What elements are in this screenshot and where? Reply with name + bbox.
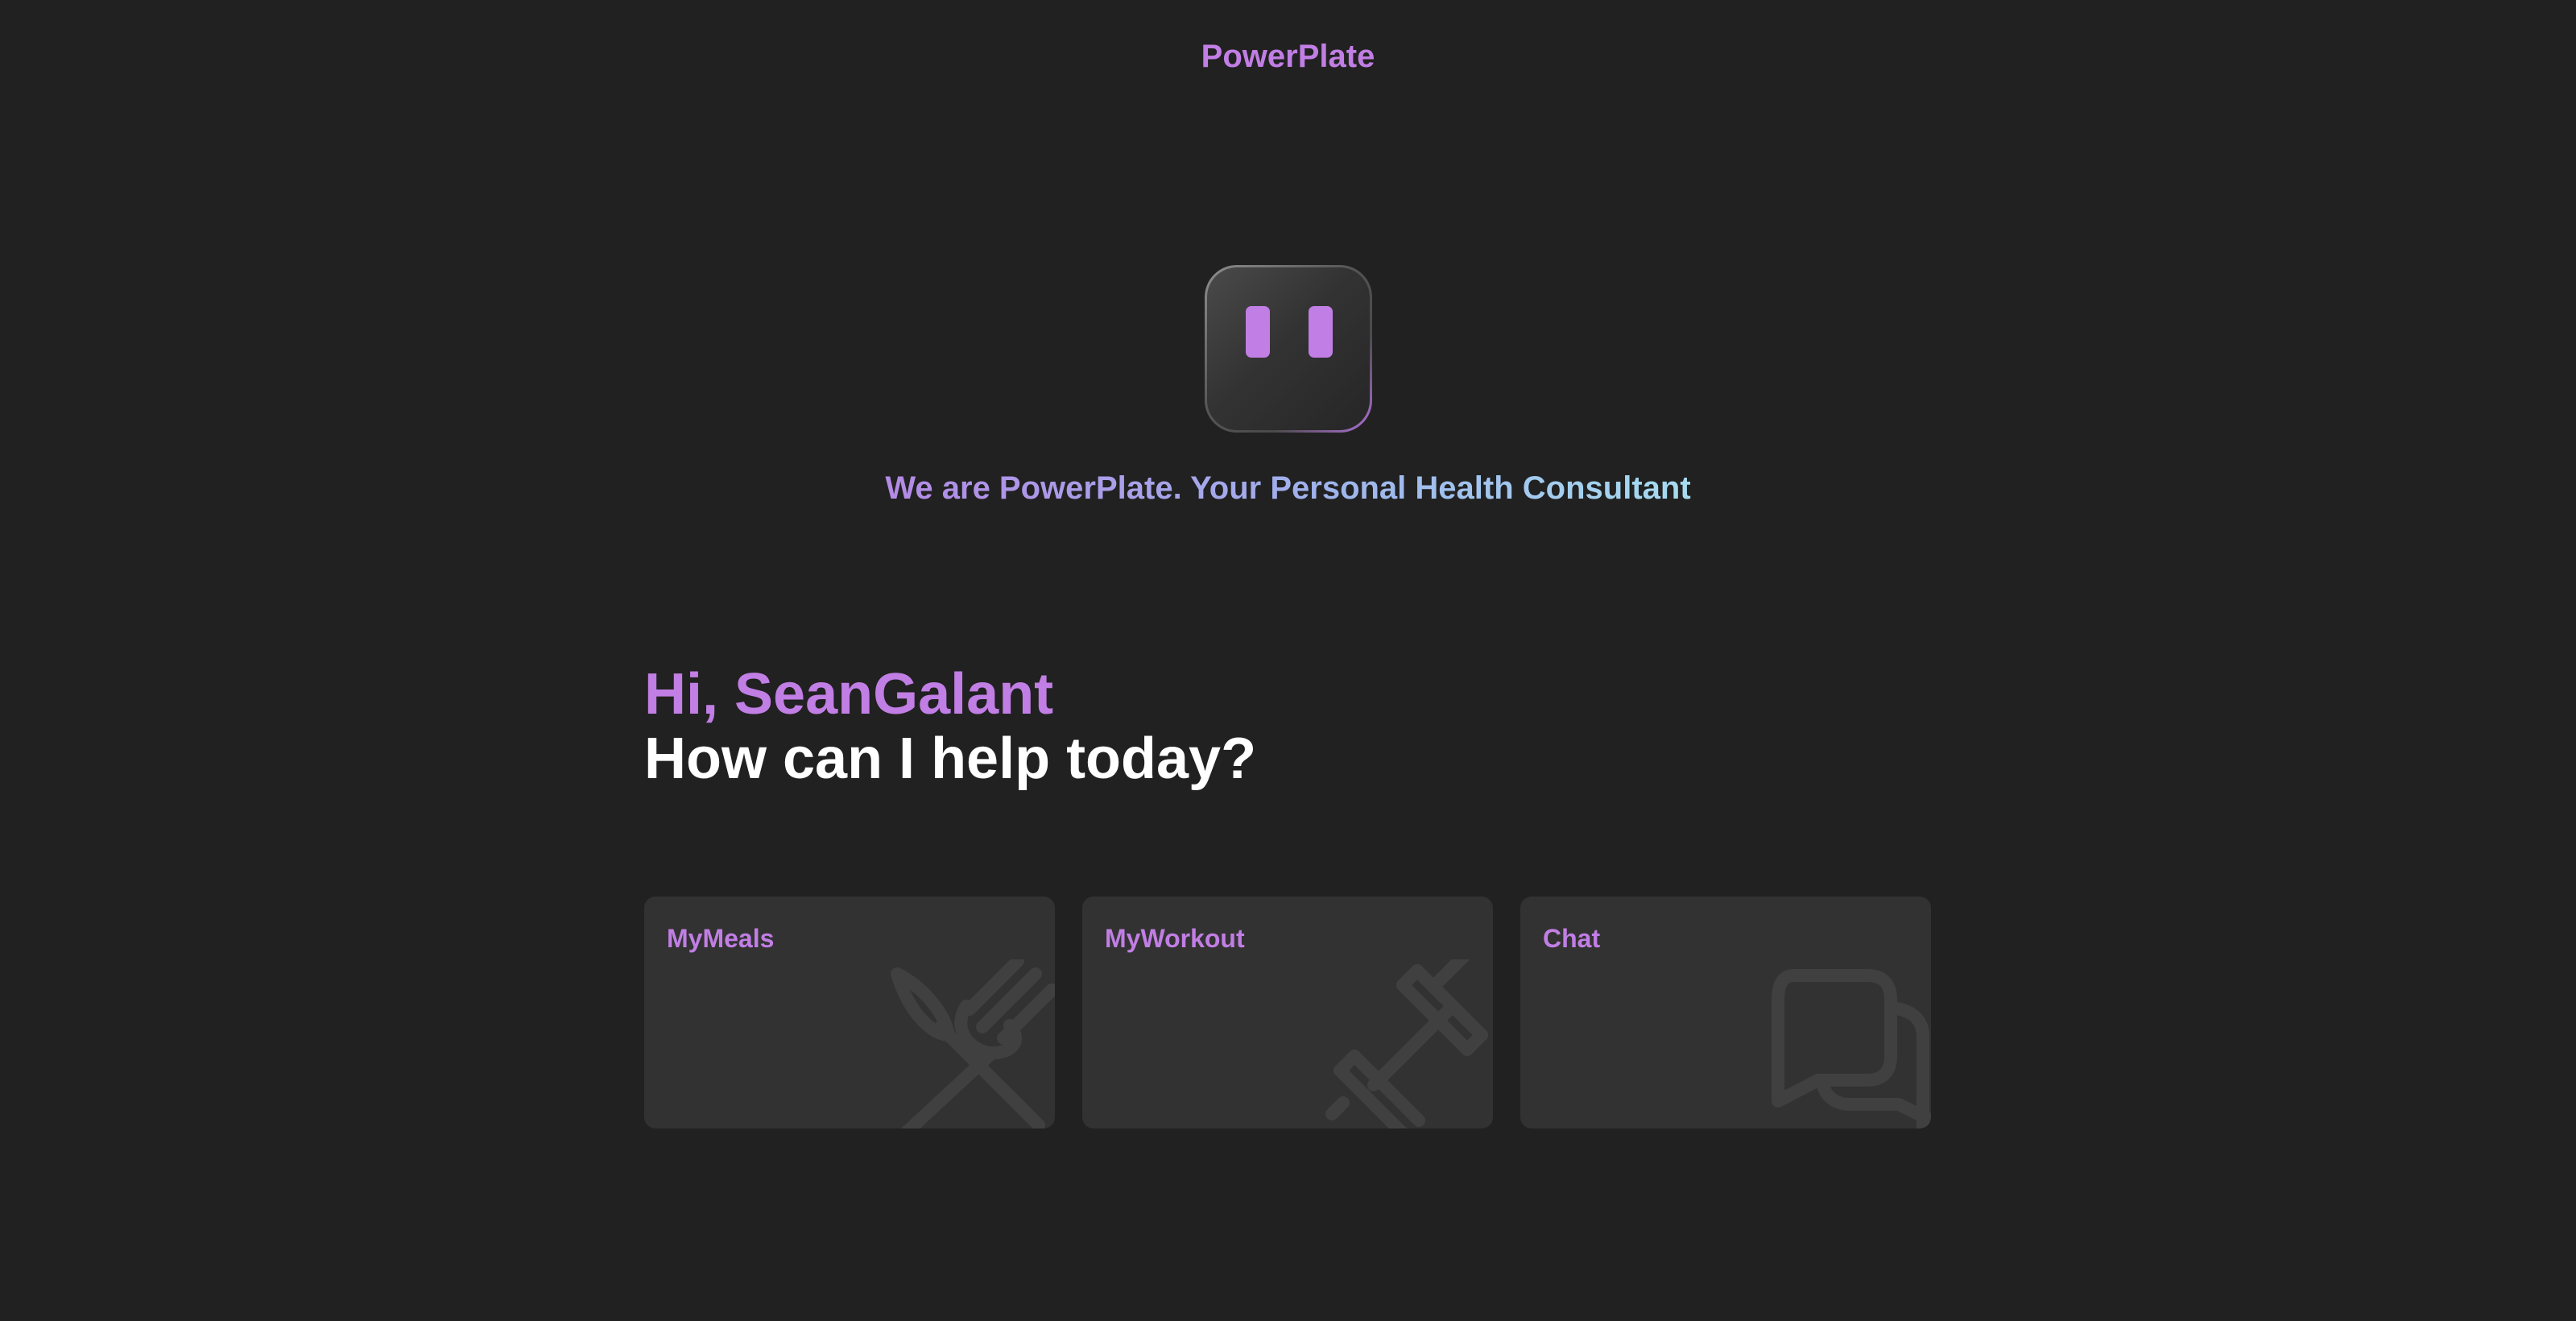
chat-card[interactable]: Chat [1520, 897, 1931, 1128]
mymeals-card-label: MyMeals [667, 924, 775, 953]
home-page: PowerPlate We are PowerPlate. Your Perso… [0, 0, 2576, 1321]
app-title: PowerPlate [1201, 39, 1375, 74]
tagline: We are PowerPlate. Your Personal Health … [0, 467, 2576, 509]
chat-card-label: Chat [1543, 924, 1601, 953]
myworkout-card[interactable]: MyWorkout [1082, 897, 1493, 1128]
mymeals-card[interactable]: MyMeals [644, 897, 1055, 1128]
logo-right-eye [1309, 306, 1333, 358]
chat-bubbles-icon [1762, 959, 1931, 1128]
logo-left-eye [1246, 306, 1270, 358]
tagline-text: We are PowerPlate. Your Personal Health … [885, 470, 1691, 506]
fork-knife-icon [886, 959, 1055, 1128]
greeting-heading: Hi, SeanGalant [644, 662, 1054, 727]
dumbbell-icon [1324, 959, 1493, 1128]
logo-face [1207, 267, 1370, 430]
myworkout-card-label: MyWorkout [1105, 924, 1245, 953]
feature-cards: MyMeals MyWorkout Chat [644, 897, 1933, 1128]
help-prompt: How can I help today? [644, 727, 1257, 791]
powerplate-logo [1205, 265, 1372, 433]
